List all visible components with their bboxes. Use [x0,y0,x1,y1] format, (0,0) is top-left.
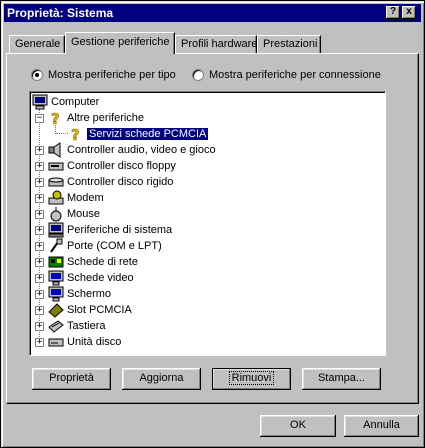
cancel-button[interactable]: Annulla [344,415,419,437]
monitor-icon [48,270,64,286]
expand-toggle[interactable]: + [35,242,44,251]
tab-prestazioni[interactable]: Prestazioni [257,35,321,53]
expand-toggle[interactable]: + [35,290,44,299]
modem-icon [48,190,64,206]
tree-item[interactable]: ? Altre periferiche [48,110,145,129]
computer-icon [32,94,48,110]
refresh-button[interactable]: Aggiorna [122,368,201,390]
pcmcia-icon [48,302,64,318]
tree-item-label: Controller disco floppy [67,160,176,172]
tree-item[interactable]: Mouse [48,206,100,222]
tree-item[interactable]: Schede video [48,270,134,286]
refresh-button-label: Aggiorna [139,372,184,384]
tree-item-label: Schermo [67,288,112,300]
tree-item[interactable]: Schede di rete [48,254,138,270]
help-button[interactable]: ? [386,6,400,19]
tab-generale[interactable]: Generale [9,35,65,53]
radio-by-connection[interactable]: Mostra periferiche per connessione [192,68,381,82]
svg-text:?: ? [71,126,80,142]
question-icon: ? [48,110,64,129]
properties-button-label: Proprietà [49,372,94,384]
tab-gestione-periferiche[interactable]: Gestione periferiche [65,32,175,54]
tree-root[interactable]: Computer [32,94,99,110]
expand-toggle[interactable]: + [35,226,44,235]
expand-toggle[interactable]: + [35,306,44,315]
expand-toggle[interactable]: + [35,162,44,171]
tree-item-label: Periferiche di sistema [67,224,173,236]
tree-item[interactable]: ? Servizi schede PCMCIA [68,126,210,145]
tree-item-label: Porte (COM e LPT) [67,240,162,252]
svg-text:?: ? [51,110,60,126]
ok-button-label: OK [290,419,306,431]
radio-by-type-indicator[interactable] [31,69,43,81]
tree-item[interactable]: Slot PCMCIA [48,302,132,318]
tree-item[interactable]: Controller disco rigido [48,174,173,190]
expand-toggle[interactable]: + [35,210,44,219]
tree-item-label: Tastiera [67,320,106,332]
disk-drive-icon [48,334,64,350]
close-button[interactable]: x [402,6,416,19]
print-button-label: Stampa... [317,372,366,384]
remove-button[interactable]: Rimuovi [212,368,291,390]
tree-item-label: Servizi schede PCMCIA [85,127,210,141]
keyboard-icon [48,318,64,334]
radio-by-type-label: Mostra periferiche per tipo [48,69,176,81]
expand-toggle[interactable]: + [35,338,44,347]
tree-item[interactable]: Tastiera [48,318,106,334]
tree-item-label: Controller audio, video e gioco [67,144,216,156]
system-properties-window: Proprietà: Sistema ? x Generale Gestione… [0,0,425,448]
tree-item[interactable]: Periferiche di sistema [48,222,172,238]
ok-button[interactable]: OK [260,415,336,437]
hard-disk-controller-icon [48,174,64,190]
port-icon [48,238,64,254]
print-button[interactable]: Stampa... [302,368,381,390]
tree-item-label: Slot PCMCIA [67,304,132,316]
tree-item[interactable]: Schermo [48,286,111,302]
monitor-icon [48,286,64,302]
floppy-controller-icon [48,158,64,174]
tree-item[interactable]: Porte (COM e LPT) [48,238,162,254]
tree-item-label: Mouse [67,208,101,220]
tree-item-label: Schede video [67,272,134,284]
tree-item-label: Controller disco rigido [67,176,174,188]
cancel-button-label: Annulla [363,419,400,431]
window-title: Proprietà: Sistema [7,6,114,20]
device-tree[interactable]: Computer −? Altre periferiche? Servizi sch… [29,91,386,356]
expand-toggle[interactable]: + [35,258,44,267]
title-bar[interactable]: Proprietà: Sistema ? x [4,4,421,22]
tree-item-label: Unità disco [67,336,122,348]
network-card-icon [48,254,64,270]
remove-button-label: Rimuovi [228,371,275,385]
expand-toggle[interactable]: + [35,322,44,331]
tree-line [56,133,68,134]
tree-item[interactable]: Controller audio, video e gioco [48,142,216,158]
tree-item[interactable]: Unità disco [48,334,121,350]
tree-item[interactable]: Controller disco floppy [48,158,176,174]
tree-item-label: Altre periferiche [67,112,145,124]
collapse-toggle[interactable]: − [35,114,44,123]
radio-by-connection-indicator[interactable] [192,69,204,81]
expand-toggle[interactable]: + [35,178,44,187]
mouse-icon [48,206,64,222]
radio-by-type[interactable]: Mostra periferiche per tipo [31,68,176,82]
speaker-icon [48,142,64,158]
question-icon: ? [68,126,84,145]
properties-button[interactable]: Proprietà [32,368,111,390]
radio-by-connection-label: Mostra periferiche per connessione [209,69,381,81]
tab-profili-hardware[interactable]: Profili hardware [175,35,257,53]
tree-item-label: Schede di rete [67,256,138,268]
expand-toggle[interactable]: + [35,146,44,155]
tree-item-label: Modem [67,192,104,204]
tree-root-label: Computer [51,96,100,108]
system-device-icon [48,222,64,238]
tree-item[interactable]: Modem [48,190,104,206]
expand-toggle[interactable]: + [35,274,44,283]
expand-toggle[interactable]: + [35,194,44,203]
